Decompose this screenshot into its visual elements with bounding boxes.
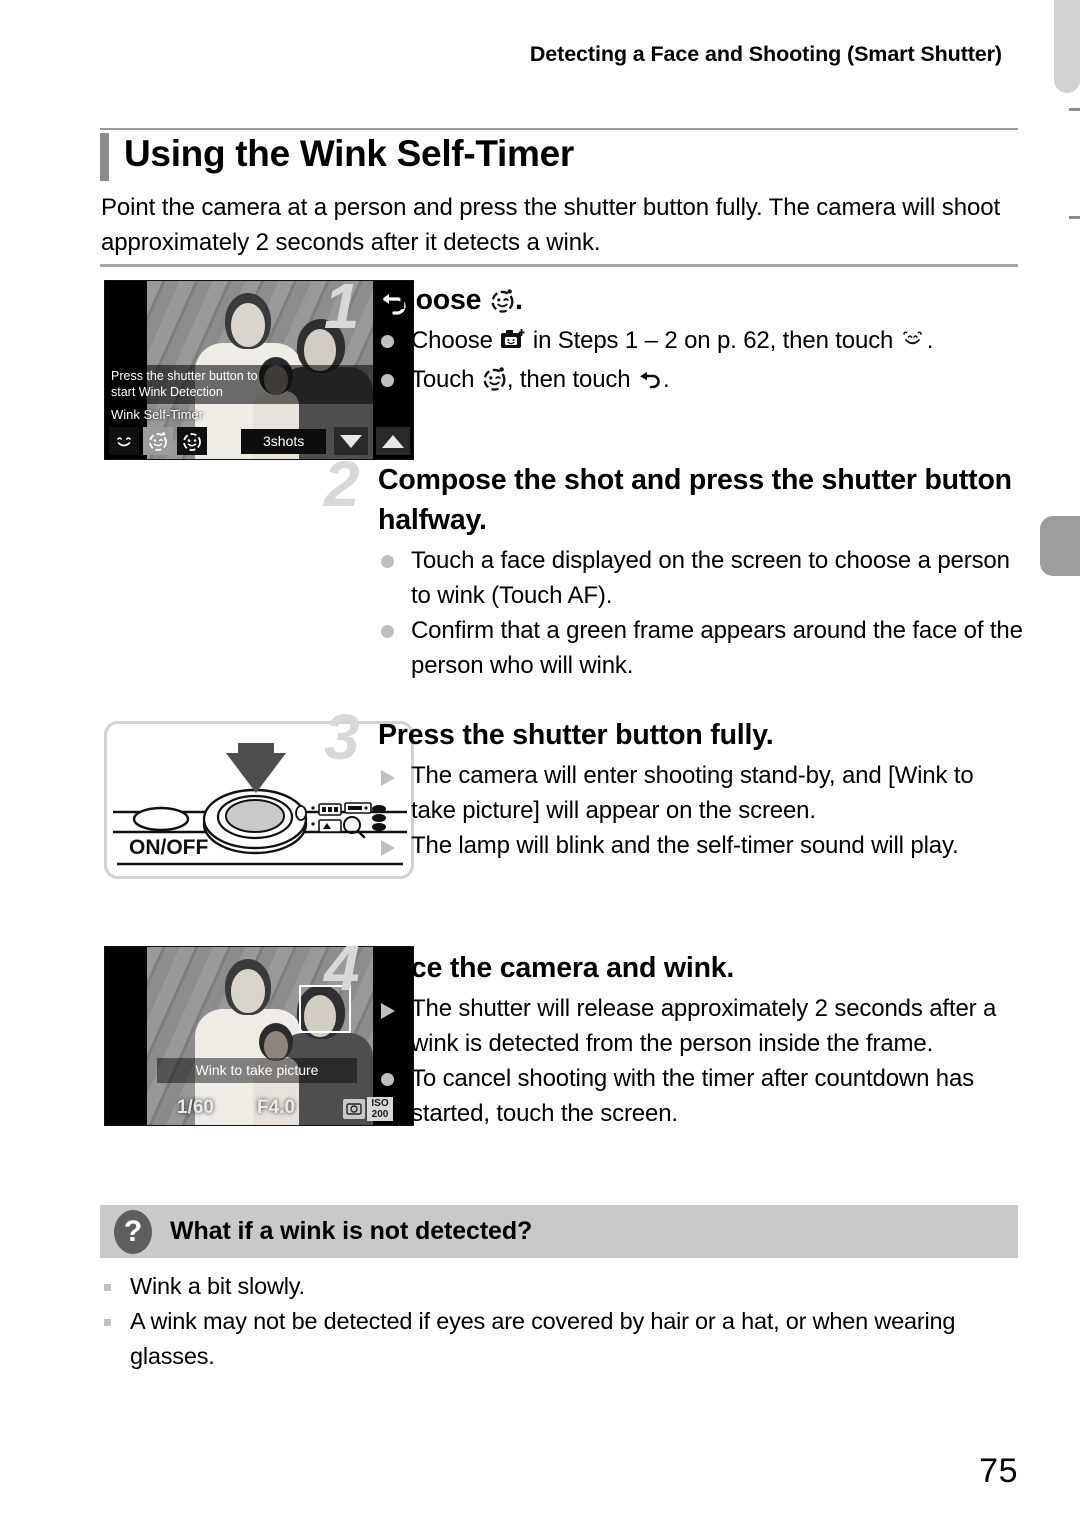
list-item: The shutter will release approximately 2… — [378, 991, 1024, 1061]
step-3: ON/OFF 3 Press the shutter button fully.… — [0, 705, 1080, 946]
step-1: Press the shutter button to start Wink D… — [0, 274, 1080, 462]
bullet-dot-icon — [381, 335, 394, 348]
step-2-figure — [0, 458, 320, 723]
step-1-title: Choose . — [378, 280, 1024, 320]
square-bullet-icon — [104, 1284, 111, 1291]
intro-rule — [100, 264, 1018, 267]
list-item: To cancel shooting with the timer after … — [378, 1061, 1024, 1131]
triangle-bullet-icon — [381, 840, 395, 856]
aperture-value: F4.0 — [257, 1097, 296, 1118]
wink-self-timer-icon — [489, 287, 515, 313]
list-item: Touch , then touch . — [378, 362, 1024, 401]
list-item: A wink may not be detected if eyes are c… — [100, 1304, 1018, 1374]
heading-rule-top — [100, 128, 1018, 130]
bullet-dot-icon — [381, 1073, 394, 1086]
bullet-text: Touch a face displayed on the screen to … — [411, 547, 1010, 609]
list-item: Wink a bit slowly. — [100, 1269, 1018, 1304]
chapter-tab-top — [1054, 0, 1080, 93]
steps-container: Press the shutter button to start Wink D… — [0, 274, 1080, 1172]
faq-list: Wink a bit slowly. A wink may not be det… — [100, 1269, 1018, 1374]
shots-count-label[interactable]: 3shots — [241, 428, 327, 454]
smile-shutter-camera-icon — [499, 327, 526, 362]
page-number: 75 — [979, 1452, 1018, 1490]
faq-header: ? What if a wink is not detected? — [100, 1205, 1018, 1258]
list-item: Touch a face displayed on the screen to … — [378, 543, 1024, 613]
bullet-text-part: Choose — [411, 327, 493, 354]
step-2: 2 Compose the shot and press the shutter… — [0, 452, 1080, 723]
faq-section: ? What if a wink is not detected? Wink a… — [100, 1205, 1018, 1374]
wink-self-timer-icon[interactable] — [143, 427, 173, 455]
question-mark-icon: ? — [114, 1209, 152, 1254]
step-4-bullets: The shutter will release approximately 2… — [378, 991, 1024, 1131]
bullet-text-part: . — [926, 327, 934, 354]
step-4: Wink to take picture 1/60 F4.0 ISO 200 4… — [0, 936, 1080, 1172]
section-heading: Using the Wink Self-Timer — [100, 131, 574, 181]
step-2-title: Compose the shot and press the shutter b… — [378, 464, 1012, 536]
step-4-body: 4 Face the camera and wink. The shutter … — [320, 936, 1080, 1172]
bullet-text-part: . — [663, 366, 670, 393]
faq-item-text: A wink may not be detected if eyes are c… — [130, 1308, 956, 1369]
faq-title: What if a wink is not detected? — [170, 1217, 533, 1245]
running-head: Detecting a Face and Shooting (Smart Shu… — [529, 42, 1002, 66]
bullet-dot-icon — [381, 625, 394, 638]
triangle-bullet-icon — [381, 770, 395, 786]
smile-shutter-icon[interactable] — [109, 427, 139, 455]
list-item: Choose in Steps 1 – 2 on p. 62, then tou… — [378, 323, 1024, 362]
wink-self-timer-icon — [481, 365, 507, 391]
step-4-figure: Wink to take picture 1/60 F4.0 ISO 200 — [0, 942, 414, 1172]
power-label: ON/OFF — [129, 836, 208, 859]
step-2-body: 2 Compose the shot and press the shutter… — [320, 452, 1080, 723]
page-title: Using the Wink Self-Timer — [124, 133, 574, 174]
list-item: Confirm that a green frame appears aroun… — [378, 613, 1024, 683]
faq-item-text: Wink a bit slowly. — [130, 1273, 305, 1299]
step-1-number: 1 — [324, 270, 360, 342]
step-3-body: 3 Press the shutter button fully. The ca… — [320, 705, 1080, 946]
chapter-tab-tick-2 — [1069, 216, 1080, 219]
step-4-number: 4 — [324, 932, 360, 1004]
list-item: The camera will enter shooting stand-by,… — [378, 758, 1024, 828]
shutter-speed-value: 1/60 — [177, 1097, 214, 1118]
triangle-bullet-icon — [381, 1003, 395, 1019]
bullet-text: Confirm that a green frame appears aroun… — [411, 617, 1023, 679]
bullet-text: The lamp will blink and the self-timer s… — [411, 832, 959, 859]
step-1-title-prefix: Choose — [378, 284, 482, 316]
bullet-text: To cancel shooting with the timer after … — [411, 1065, 975, 1127]
back-arrow-icon — [637, 366, 663, 401]
bullet-text: The shutter will release approximately 2… — [411, 995, 997, 1057]
bullet-dot-icon — [381, 555, 394, 568]
step-3-bullets: The camera will enter shooting stand-by,… — [378, 758, 1024, 863]
bullet-text-part: Touch — [411, 366, 475, 393]
step-3-title: Press the shutter button fully. — [378, 719, 774, 751]
bullet-text-part: , then touch — [506, 366, 631, 393]
photo-man-face — [231, 303, 265, 347]
bullet-text: The camera will enter shooting stand-by,… — [411, 762, 974, 824]
intro-paragraph: Point the camera at a person and press t… — [101, 194, 1001, 256]
lcd-mode-label: Wink Self-Timer — [111, 407, 203, 422]
smile-face-icon — [900, 327, 927, 362]
bullet-dot-icon — [381, 374, 394, 387]
square-bullet-icon — [104, 1319, 111, 1326]
photo-man-face — [231, 969, 265, 1013]
step-1-bullets: Choose in Steps 1 – 2 on p. 62, then tou… — [378, 323, 1024, 401]
step-1-title-suffix: . — [515, 284, 523, 316]
step-1-body: 1 Choose . Choose in Steps 1 – 2 on p. 6… — [320, 274, 1080, 462]
step-2-bullets: Touch a face displayed on the screen to … — [378, 543, 1024, 683]
bullet-text-part: in Steps 1 – 2 on p. 62, then touch — [532, 327, 894, 354]
step-2-number: 2 — [324, 448, 360, 520]
chapter-tab-tick-1 — [1069, 108, 1080, 111]
face-self-timer-icon[interactable] — [177, 427, 207, 455]
heading-accent-bar — [100, 133, 109, 181]
step-4-title: Face the camera and wink. — [378, 952, 735, 984]
list-item: The lamp will blink and the self-timer s… — [378, 828, 1024, 863]
step-3-number: 3 — [324, 701, 360, 773]
step-1-figure: Press the shutter button to start Wink D… — [0, 280, 414, 462]
photo-baby-face — [264, 1031, 288, 1061]
step-3-figure: ON/OFF — [0, 711, 414, 946]
